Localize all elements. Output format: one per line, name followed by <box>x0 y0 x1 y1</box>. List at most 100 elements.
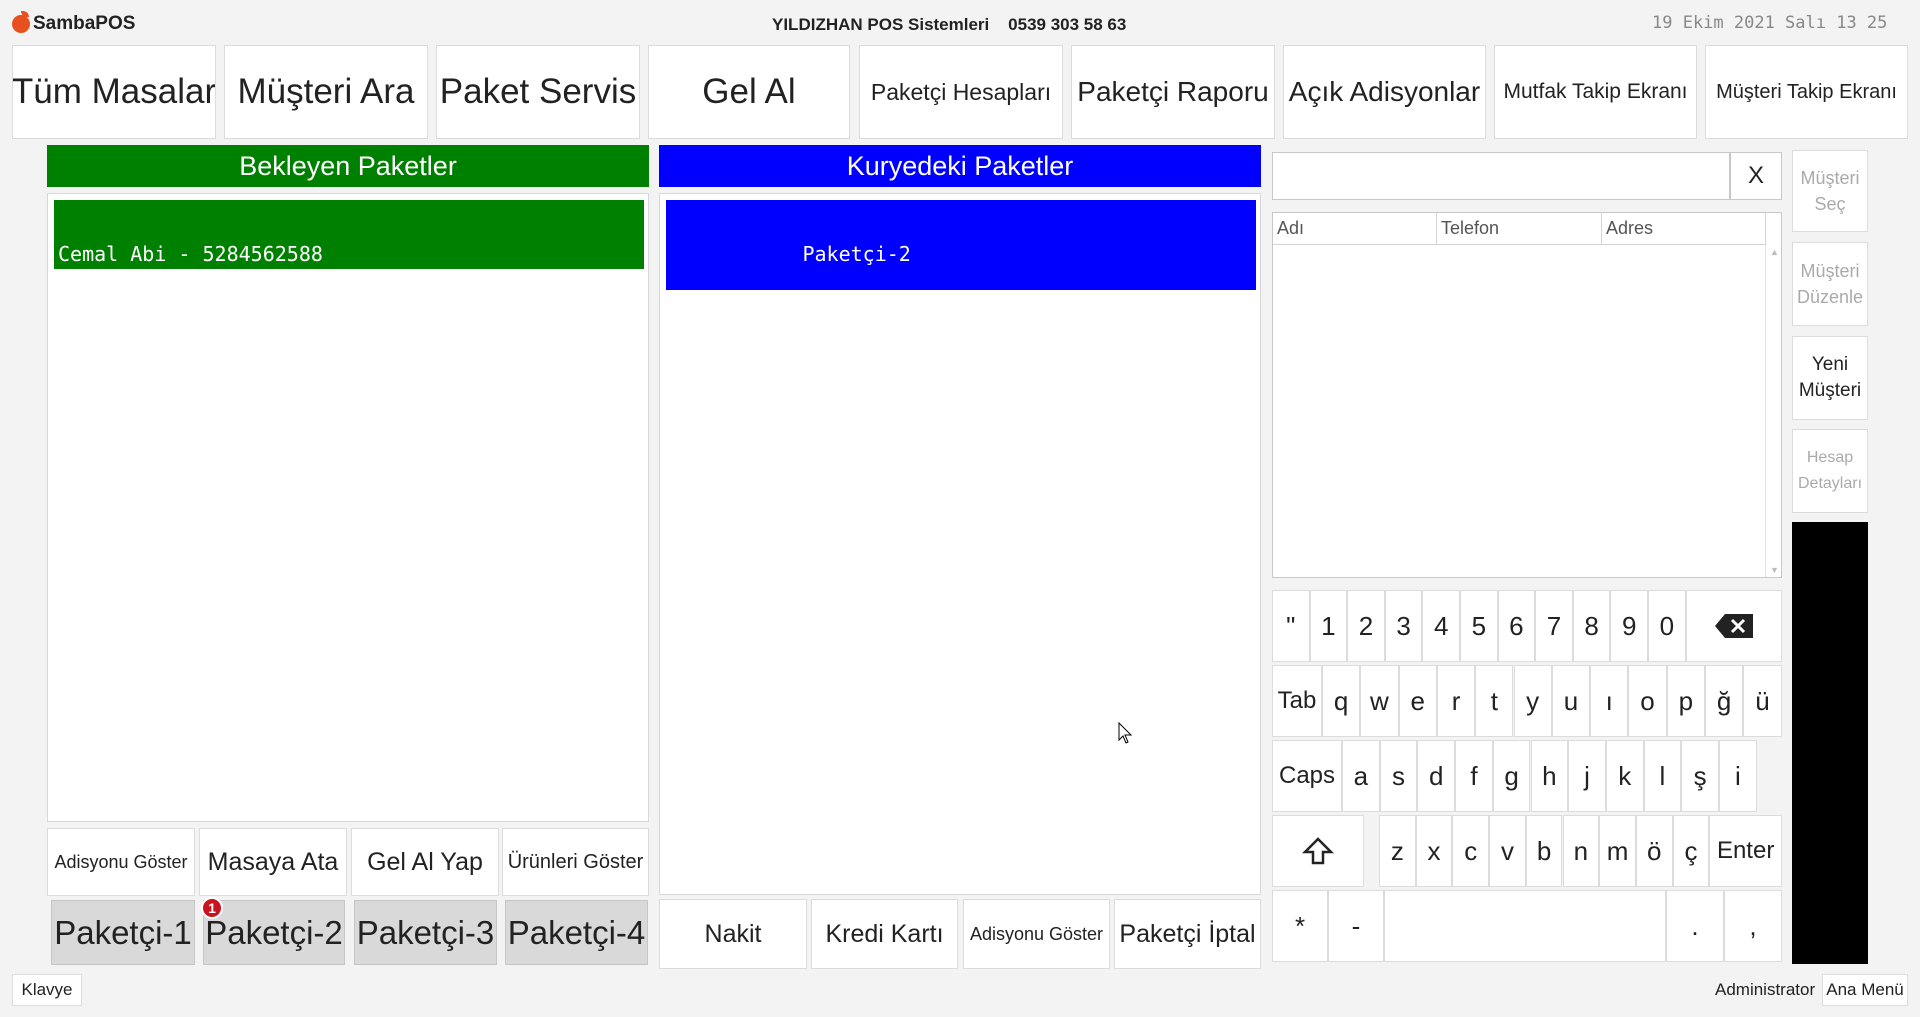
courier-packages-header: Kuryedeki Paketler <box>659 145 1261 187</box>
courier-3-button[interactable]: Paketçi-3 <box>354 900 497 965</box>
key-e[interactable]: e <box>1398 665 1437 737</box>
key-d[interactable]: d <box>1417 740 1456 812</box>
key-c[interactable]: c <box>1452 815 1490 887</box>
key-j[interactable]: j <box>1568 740 1606 812</box>
side-panel <box>1792 522 1868 964</box>
key-f[interactable]: f <box>1455 740 1493 812</box>
show-ticket-button[interactable]: Adisyonu Göster <box>47 828 195 896</box>
key-w[interactable]: w <box>1360 665 1399 737</box>
waiting-package-card[interactable]: Cemal Abi - 5284562588 Hakkari, Yüksekov… <box>54 200 644 391</box>
key-space[interactable] <box>1384 890 1666 962</box>
column-address[interactable]: Adres <box>1602 213 1766 245</box>
key-x[interactable]: x <box>1415 815 1453 887</box>
customer-search-input[interactable] <box>1272 152 1730 200</box>
clear-search-button[interactable]: X <box>1730 152 1782 200</box>
key-9[interactable]: 9 <box>1610 590 1648 662</box>
key-5[interactable]: 5 <box>1460 590 1498 662</box>
key-8[interactable]: 8 <box>1572 590 1611 662</box>
nav-kitchen-display[interactable]: Mutfak Takip Ekranı <box>1494 45 1697 139</box>
keyboard-toggle-button[interactable]: Klavye <box>12 974 82 1006</box>
table-scrollbar[interactable]: ▲ ▼ <box>1765 245 1781 577</box>
key-b[interactable]: b <box>1525 815 1563 887</box>
key-h[interactable]: h <box>1530 740 1569 812</box>
key-2[interactable]: 2 <box>1347 590 1385 662</box>
nav-all-tables[interactable]: Tüm Masalar <box>12 45 216 139</box>
edit-customer-button[interactable]: Müşteri Düzenle <box>1792 242 1868 326</box>
key-shift[interactable] <box>1272 815 1364 887</box>
mouse-cursor-icon <box>1118 722 1133 744</box>
app-logo: SambaPOS <box>12 11 135 35</box>
column-name[interactable]: Adı <box>1273 213 1437 245</box>
nav-takeaway[interactable]: Gel Al <box>648 45 850 139</box>
make-takeaway-button[interactable]: Gel Al Yap <box>351 828 499 896</box>
key-ç[interactable]: ç <box>1672 815 1710 887</box>
courier-4-button[interactable]: Paketçi-4 <box>505 900 648 965</box>
key-6[interactable]: 6 <box>1497 590 1536 662</box>
key-7[interactable]: 7 <box>1535 590 1573 662</box>
key-v[interactable]: v <box>1489 815 1526 887</box>
key-o[interactable]: o <box>1628 665 1667 737</box>
key-k[interactable]: k <box>1605 740 1644 812</box>
courier-2-button[interactable]: Paketçi-2 <box>203 900 345 965</box>
company-info: YILDIZHAN POS Sistemleri 0539 303 58 63 <box>772 15 1127 34</box>
key-g[interactable]: g <box>1492 740 1531 812</box>
key-z[interactable]: z <box>1379 815 1416 887</box>
key-n[interactable]: n <box>1562 815 1600 887</box>
key-p[interactable]: p <box>1666 665 1705 737</box>
nav-courier-report[interactable]: Paketçi Raporu <box>1071 45 1275 139</box>
key-backspace[interactable] <box>1685 590 1782 662</box>
key-tab[interactable]: Tab <box>1272 665 1322 737</box>
courier-2-badge: 1 <box>201 897 223 919</box>
key-ş[interactable]: ş <box>1681 740 1719 812</box>
key-a[interactable]: a <box>1342 740 1380 812</box>
key-i[interactable]: i <box>1719 740 1757 812</box>
nav-package-service[interactable]: Paket Servis <box>436 45 640 139</box>
key-m[interactable]: m <box>1599 815 1636 887</box>
show-products-button[interactable]: Ürünleri Göster <box>502 828 649 896</box>
key-u[interactable]: u <box>1551 665 1591 737</box>
show-ticket-button-2[interactable]: Adisyonu Göster <box>963 899 1110 969</box>
key-0[interactable]: 0 <box>1648 590 1686 662</box>
key-y[interactable]: y <box>1513 665 1552 737</box>
scroll-up-icon[interactable]: ▲ <box>1770 247 1779 257</box>
main-menu-button[interactable]: Ana Menü <box>1822 974 1908 1006</box>
account-details-button[interactable]: Hesap Detayları <box>1792 429 1868 513</box>
assign-table-button[interactable]: Masaya Ata <box>199 828 347 896</box>
courier-package-card[interactable]: Paketçi-2 ilyas - 5393035863 istanbul Ad… <box>666 200 1256 454</box>
key-minus[interactable]: - <box>1328 890 1384 962</box>
scroll-down-icon[interactable]: ▼ <box>1770 565 1779 575</box>
column-phone[interactable]: Telefon <box>1437 213 1602 245</box>
nav-customer-search[interactable]: Müşteri Ara <box>224 45 428 139</box>
key-1[interactable]: 1 <box>1309 590 1348 662</box>
cash-button[interactable]: Nakit <box>659 899 807 969</box>
nav-customer-display[interactable]: Müşteri Takip Ekranı <box>1705 45 1908 139</box>
key-comma[interactable]: , <box>1724 890 1782 962</box>
key-q[interactable]: q <box>1322 665 1361 737</box>
key-caps[interactable]: Caps <box>1272 740 1342 812</box>
key-3[interactable]: 3 <box>1384 590 1423 662</box>
key-enter[interactable]: Enter <box>1709 815 1782 887</box>
key-quote[interactable]: " <box>1272 590 1310 662</box>
key-4[interactable]: 4 <box>1422 590 1460 662</box>
key-ğ[interactable]: ğ <box>1705 665 1744 737</box>
credit-card-button[interactable]: Kredi Kartı <box>811 899 958 969</box>
key-t[interactable]: t <box>1475 665 1514 737</box>
key-r[interactable]: r <box>1436 665 1476 737</box>
key-ü[interactable]: ü <box>1743 665 1782 737</box>
key-asterisk[interactable]: * <box>1272 890 1328 962</box>
shift-icon <box>1302 837 1334 865</box>
key-l[interactable]: l <box>1643 740 1682 812</box>
key-ö[interactable]: ö <box>1635 815 1673 887</box>
cancel-courier-button[interactable]: Paketçi İptal <box>1114 899 1261 969</box>
key-period[interactable]: . <box>1666 890 1724 962</box>
key-ı[interactable]: ı <box>1590 665 1629 737</box>
courier-1-button[interactable]: Paketçi-1 <box>51 900 195 965</box>
customer-table: Adı Telefon Adres ▲ ▼ <box>1272 212 1782 578</box>
new-customer-button[interactable]: Yeni Müşteri <box>1792 336 1868 420</box>
select-customer-button[interactable]: Müşteri Seç <box>1792 150 1868 232</box>
nav-courier-accounts[interactable]: Paketçi Hesapları <box>859 45 1063 139</box>
waiting-packages-header: Bekleyen Paketler <box>47 145 649 187</box>
key-s[interactable]: s <box>1379 740 1418 812</box>
top-bar: SambaPOS YILDIZHAN POS Sistemleri 0539 3… <box>0 0 1920 44</box>
nav-open-tickets[interactable]: Açık Adisyonlar <box>1283 45 1486 139</box>
